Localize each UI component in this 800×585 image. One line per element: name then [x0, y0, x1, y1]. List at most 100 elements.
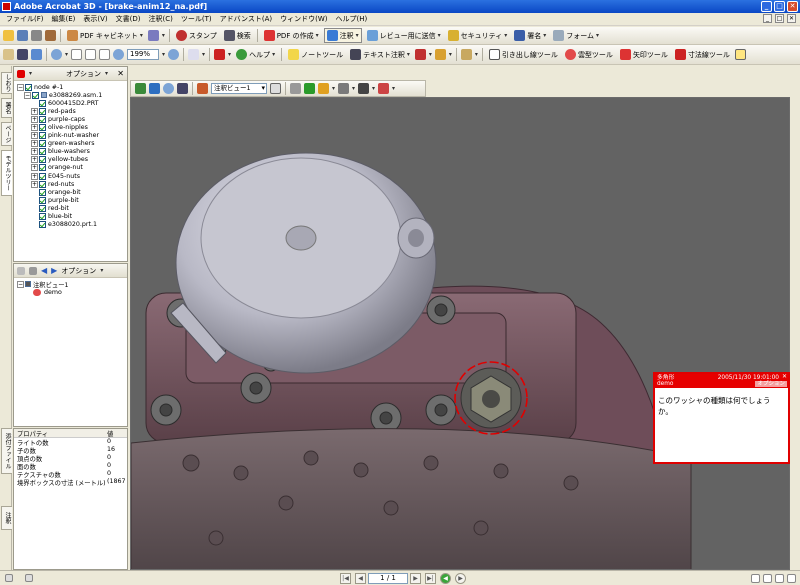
views-options[interactable]: オプション [61, 266, 96, 276]
3d-viewport[interactable] [130, 97, 790, 570]
arrow-tool-button[interactable]: 矢印ツール [618, 47, 670, 62]
tree-assembly[interactable]: − e3088269.asm.1 [17, 91, 127, 99]
lighting-icon[interactable] [338, 83, 350, 94]
go-back-button[interactable]: ◀ [440, 572, 451, 584]
comment-text[interactable]: このワッシャの種類は何でしょうか。 [655, 388, 788, 424]
cloud-tool-button[interactable]: 雲型ツール [563, 47, 615, 62]
tree-item[interactable]: +orange-bit [17, 188, 127, 196]
first-page-button[interactable]: |◀ [340, 572, 351, 584]
stamp-tool-icon[interactable] [414, 49, 426, 60]
print-icon[interactable] [31, 30, 42, 41]
email-icon[interactable] [45, 30, 56, 41]
menu-document[interactable]: 文書(D) [112, 14, 145, 24]
minimize-button[interactable]: _ [761, 1, 772, 12]
pan-3d-icon[interactable] [149, 83, 160, 94]
prev-view-icon[interactable]: ◀ [41, 266, 47, 275]
zoom-out-icon[interactable] [113, 49, 125, 60]
panel-close-icon[interactable]: ✕ [117, 69, 124, 78]
markup-icon[interactable] [460, 49, 472, 60]
continuous-facing-icon[interactable] [787, 573, 796, 583]
comment-close-icon[interactable]: ✕ [782, 374, 787, 380]
zoom-level-field[interactable]: 199% [127, 49, 160, 60]
tree-item[interactable]: +blue-bit [17, 213, 127, 221]
prev-page-button[interactable]: ◀ [355, 572, 366, 584]
highlight-icon[interactable] [434, 49, 446, 60]
search-button[interactable]: 検索 [222, 28, 253, 43]
menu-window[interactable]: ウィンドウ(W) [276, 14, 331, 24]
maximize-button[interactable]: □ [774, 1, 785, 12]
pdf-catalog-button[interactable]: PDF キャビネット ▾ [65, 28, 145, 43]
tab-signatures[interactable]: 署名 [1, 98, 12, 118]
fit-width-icon[interactable] [99, 49, 111, 60]
doc-minimize-button[interactable]: _ [763, 14, 772, 23]
sign-button[interactable]: 署名 ▾ [512, 28, 548, 43]
background-color-icon[interactable] [358, 83, 370, 94]
stamp-button[interactable]: スタンプ [174, 28, 219, 43]
tree-item[interactable]: + red-nuts [17, 180, 127, 188]
tree-item[interactable]: + yellow-tubes [17, 156, 127, 164]
text-annot-button[interactable]: テキスト注釈 ▾ [348, 47, 412, 62]
hand-tool-icon[interactable] [3, 49, 14, 60]
note-tool-button[interactable]: ノートツール [286, 47, 345, 62]
walk-3d-icon[interactable] [177, 83, 188, 94]
doc-restore-button[interactable]: □ [775, 14, 784, 23]
menu-view[interactable]: 表示(V) [79, 14, 111, 24]
view-entry[interactable]: − 注釈ビュー1 [17, 280, 127, 289]
actual-size-icon[interactable] [71, 49, 83, 60]
cube-icon[interactable] [304, 83, 315, 94]
view-item-demo[interactable]: demo [17, 288, 127, 296]
dimension-tool-button[interactable]: 寸法線ツール [673, 47, 732, 62]
page-number-field[interactable]: 1 / 1 [368, 572, 408, 584]
tree-item[interactable]: + red-pads [17, 107, 127, 115]
open-icon[interactable] [3, 30, 14, 41]
tree-item[interactable]: + blue-washers [17, 148, 127, 156]
security-button[interactable]: セキュリティ ▾ [446, 28, 510, 43]
annot-button[interactable]: 注釈 ▾ [323, 28, 362, 43]
tree-item[interactable]: +purple-bit [17, 196, 127, 204]
text-box-icon[interactable] [734, 49, 746, 60]
model-tree-options[interactable]: オプション [66, 69, 101, 79]
tree-item[interactable]: + E045-nuts [17, 172, 127, 180]
tree-item[interactable]: + pink-nut-washer [17, 132, 127, 140]
tab-model-tree[interactable]: モデルツリー [1, 150, 12, 196]
y-icon[interactable] [214, 49, 226, 60]
menu-advanced[interactable]: アドバンスト(A) [216, 14, 276, 24]
menu-edit[interactable]: 編集(E) [48, 14, 80, 24]
close-button[interactable]: ✕ [787, 1, 798, 12]
select-tool-icon[interactable] [17, 49, 28, 60]
tab-comments[interactable]: 注釈 [1, 506, 12, 530]
tree-item[interactable]: +6000415D2.PRT [17, 99, 127, 107]
menu-help[interactable]: ヘルプ(H) [331, 14, 371, 24]
single-page-icon[interactable] [751, 573, 760, 583]
tree-item[interactable]: + green-washers [17, 140, 127, 148]
new-view-icon[interactable] [17, 266, 25, 275]
comment-popup[interactable]: 多角形 demo 2005/11/30 19:01:00 ✕ オプション このワ… [653, 372, 790, 464]
tree-item[interactable]: +e3088020.prt.1 [17, 221, 127, 229]
rotate-3d-icon[interactable] [135, 83, 146, 94]
play-icon[interactable] [290, 83, 301, 94]
snapshot-icon[interactable] [31, 49, 42, 60]
delete-view-icon[interactable] [29, 266, 37, 275]
next-view-icon[interactable]: ▶ [51, 266, 57, 275]
zoom-in-icon[interactable] [168, 49, 180, 60]
menu-comments[interactable]: 注釈(C) [145, 14, 177, 24]
menu-tools[interactable]: ツール(T) [177, 14, 216, 24]
tree-root[interactable]: − node #-1 [17, 83, 127, 91]
status-left-icon[interactable] [5, 574, 13, 582]
comment-3d-icon[interactable] [318, 83, 329, 94]
tree-item[interactable]: + purple-caps [17, 115, 127, 123]
last-page-button[interactable]: ▶| [425, 572, 436, 584]
tab-pages[interactable]: ページ [1, 122, 12, 146]
doc-close-button[interactable]: ✕ [787, 14, 796, 23]
fit-page-icon[interactable] [85, 49, 97, 60]
zoom-icon[interactable] [51, 49, 62, 60]
save-icon[interactable] [17, 30, 28, 41]
send-review-button[interactable]: レビュー用に送信 ▾ [365, 28, 443, 43]
create-pdf-button[interactable]: PDF の作成 ▾ [262, 28, 321, 43]
tree-item[interactable]: + orange-nut [17, 164, 127, 172]
tab-attachments[interactable]: 添付ファイル [1, 428, 12, 474]
comment-options[interactable]: オプション [755, 381, 787, 387]
next-page-button[interactable]: ▶ [410, 572, 421, 584]
model-tree-toggle-icon[interactable] [270, 83, 281, 94]
tree-item[interactable]: +red-bit [17, 204, 127, 212]
